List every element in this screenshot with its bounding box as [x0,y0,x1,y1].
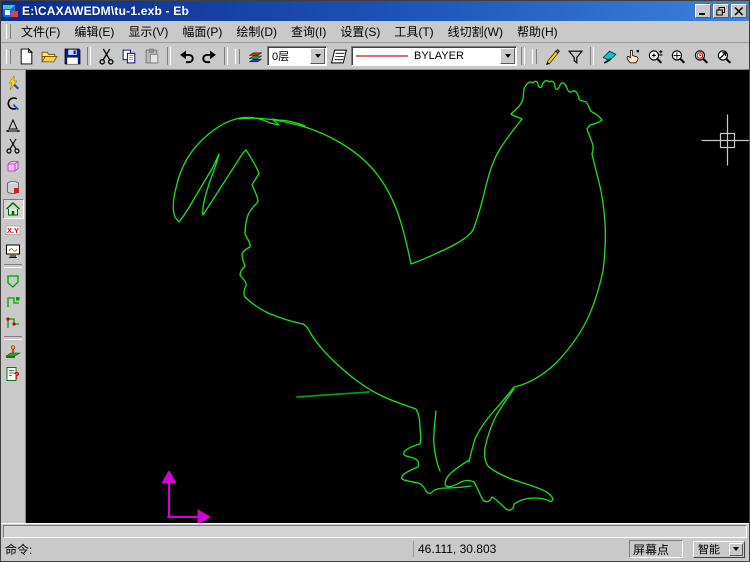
menu-item-query[interactable]: 查询(I) [284,20,333,43]
cut-button[interactable] [95,45,117,67]
left-toolbar-separator [4,336,22,340]
previous-view-button[interactable] [690,45,712,67]
snap-mode-select[interactable]: 智能 [693,540,745,558]
redo-button[interactable] [198,45,220,67]
title-bar: E:\CAXAWEDM\tu-1.exb - Eb [1,1,749,21]
svg-text:?: ? [13,371,19,382]
axis-y-arrowhead [161,470,177,484]
pick-contour-button[interactable] [3,271,24,291]
pick-mode-field[interactable]: 屏幕点 [629,540,683,558]
toolbar-grip[interactable] [6,48,11,64]
menu-item-tools[interactable]: 工具(T) [387,20,440,43]
curve-edit-button[interactable] [3,94,24,114]
toolbar-separator [590,47,594,65]
toolbar-separator [521,47,525,65]
layer-select-value: 0层 [272,51,290,63]
snap-mode-arrow[interactable] [729,542,743,556]
minimize-button[interactable] [695,4,711,18]
snap-mode-value: 智能 [698,544,720,556]
simulate-button[interactable] [3,343,24,363]
zoom-window-button[interactable] [667,45,689,67]
save-button[interactable] [61,45,83,67]
toolbar-separator [224,47,228,65]
pick-style-button[interactable] [541,45,563,67]
linetype-select-value: BYLAYER [414,50,464,62]
toolbar-grip[interactable] [235,48,240,64]
dimension-button[interactable] [3,115,24,135]
menu-item-sheet[interactable]: 幅面(P) [175,20,229,43]
trim-button[interactable] [3,136,24,156]
layers-button[interactable] [244,45,266,67]
chevron-down-icon [314,54,321,58]
filter-button[interactable] [564,45,586,67]
toolbar-separator [167,47,171,65]
paste-button[interactable] [141,45,163,67]
query-button[interactable]: ? [3,364,24,384]
left-toolbar-separator [4,264,22,268]
trajectory-button[interactable] [3,292,24,312]
app-window: E:\CAXAWEDM\tu-1.exb - Eb 文件(F) 编辑(E) 显示(V… [0,0,750,562]
zoom-button[interactable] [644,45,666,67]
open-button[interactable] [38,45,60,67]
display-button[interactable] [3,241,24,261]
linetype-preview-line [356,55,408,57]
library-button[interactable] [3,178,24,198]
command-prompt-label: 命令: [5,542,33,557]
dynamic-pan-button[interactable] [598,45,620,67]
trajectory-jog-button[interactable] [3,313,24,333]
coordinate-button[interactable]: X.Y [3,220,24,240]
menu-item-view[interactable]: 显示(V) [121,20,175,43]
cursor-coordinates: 46.111, 30.803 [413,541,629,557]
close-button[interactable] [731,4,747,18]
menu-item-file[interactable]: 文件(F) [14,20,67,43]
menu-item-edit[interactable]: 编辑(E) [67,20,121,43]
rooster-right-leg-foot [444,388,554,511]
chevron-down-icon [733,547,739,551]
restore-button[interactable] [713,4,729,18]
menu-item-settings[interactable]: 设置(S) [333,20,387,43]
sketch-button[interactable] [3,73,24,93]
axis-x-arrowhead [197,509,211,523]
home-view-button[interactable] [2,199,24,219]
linetype-select-arrow[interactable] [500,48,515,64]
chevron-down-icon [504,54,511,58]
drawing-canvas[interactable] [26,70,749,523]
dynamic-zoom-button[interactable] [621,45,643,67]
layer-select[interactable]: 0层 [267,46,327,66]
layer-select-arrow[interactable] [310,48,325,64]
new-button[interactable] [15,45,37,67]
linetype-select[interactable]: BYLAYER [351,46,517,66]
command-row [1,523,749,539]
main-toolbar: 0层 BYLAYER [1,43,749,70]
svg-text:X.Y: X.Y [7,226,19,235]
zoom-all-button[interactable] [713,45,735,67]
window-title: E:\CAXAWEDM\tu-1.exb - Eb [22,4,190,18]
menu-bar: 文件(F) 编辑(E) 显示(V) 幅面(P) 绘制(D) 查询(I) 设置(S) 工具(T)… [1,21,749,43]
drawing-surface [161,79,749,523]
command-input[interactable] [3,525,747,538]
block-button[interactable] [3,157,24,177]
menu-item-wirecut[interactable]: 线切割(W) [441,20,510,43]
status-bar: 命令: 46.111, 30.803 屏幕点 智能 [1,539,749,561]
menu-item-help[interactable]: 帮助(H) [510,20,565,43]
toolbar-separator [87,47,91,65]
rooster-back-neck-head-breast [238,79,607,463]
undo-button[interactable] [175,45,197,67]
rooster-left-leg-inner-edge [433,410,441,472]
copy-button[interactable] [118,45,140,67]
app-icon [3,4,19,18]
menu-item-draw[interactable]: 绘制(D) [229,20,284,43]
rooster-tail-belly-left-leg [172,116,472,494]
toolbar-grip[interactable] [532,48,537,64]
stray-line [296,391,370,398]
linetype-button[interactable] [328,45,350,67]
left-toolbar: X.Y ? [1,70,26,523]
menu-grip[interactable] [6,24,11,39]
